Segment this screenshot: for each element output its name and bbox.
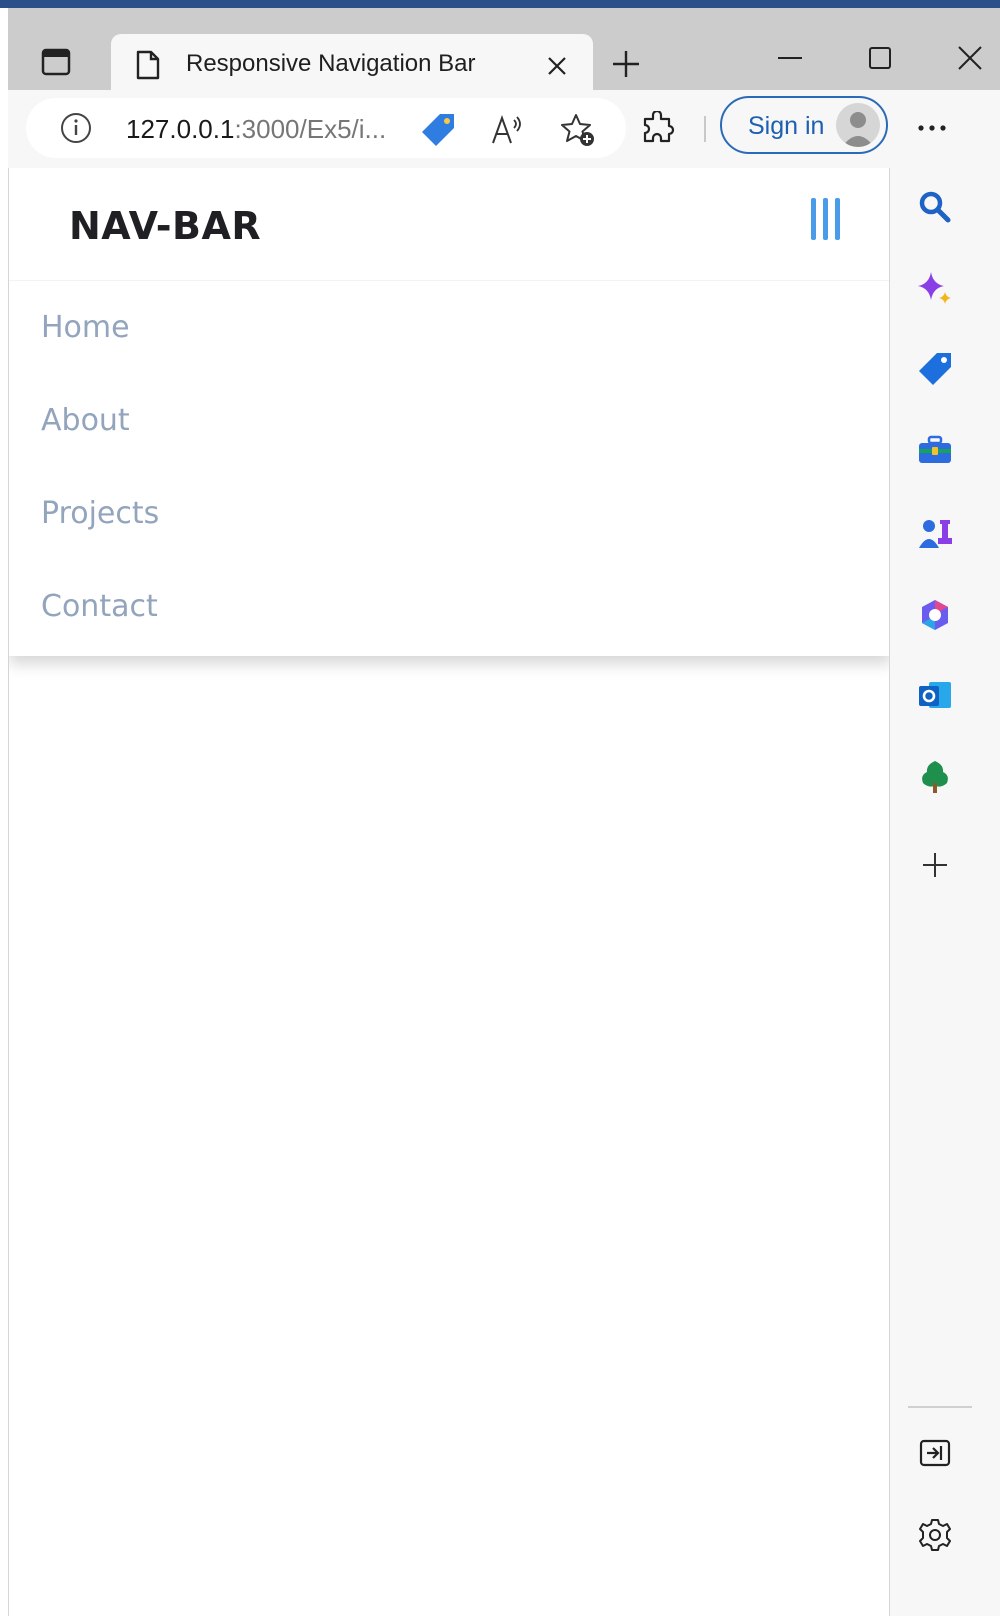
close-tab-icon[interactable] [541,50,573,82]
browser-sidebar [890,168,1000,1616]
minimize-icon[interactable] [770,38,810,78]
nav-link-about[interactable]: About [41,403,130,438]
tree-icon[interactable] [912,754,958,800]
microsoft-365-icon[interactable] [912,592,958,638]
shopping-tag-icon[interactable] [912,346,958,392]
read-aloud-icon[interactable] [488,110,528,150]
sign-in-label: Sign in [748,112,825,140]
brand-logo: NAV-BAR [69,204,262,248]
close-window-icon[interactable] [950,38,990,78]
extensions-icon[interactable] [638,108,678,148]
menu-bar [811,198,816,240]
browser-toolbar: 127.0.0.1:3000/Ex5/i... Sign in [8,90,1000,168]
address-bar[interactable]: 127.0.0.1:3000/Ex5/i... [26,98,626,158]
sidebar-divider [908,1406,972,1408]
shopping-tag-icon[interactable] [418,110,458,150]
search-icon[interactable] [912,184,958,230]
avatar-icon [836,103,880,147]
games-icon[interactable] [912,510,958,556]
tab-actions-icon[interactable] [36,42,76,82]
toolbar-separator [704,116,706,142]
add-favorite-icon[interactable] [558,110,598,150]
tools-icon[interactable] [912,428,958,474]
sign-in-button[interactable]: Sign in [720,96,888,154]
menu-toggle-icon[interactable] [809,198,849,244]
tab-title: Responsive Navigation Bar [186,50,476,77]
nav-header: NAV-BAR [9,168,889,281]
tab-bar: Responsive Navigation Bar [8,8,1000,98]
outlook-icon[interactable] [912,672,958,718]
copilot-sparkle-icon[interactable] [912,266,958,312]
nav-link-contact[interactable]: Contact [41,589,158,624]
window-frame-top [0,0,1000,8]
more-options-icon[interactable] [908,108,956,148]
hide-sidebar-icon[interactable] [912,1430,958,1476]
url-host: 127.0.0.1 [126,114,235,144]
page-icon [133,48,163,82]
maximize-icon[interactable] [860,38,900,78]
page-viewport: NAV-BAR Home About Projects Contact [8,168,890,1616]
settings-icon[interactable] [912,1512,958,1558]
browser-window: Responsive Navigation Bar 127.0.0.1:3000… [0,0,1000,1616]
new-tab-icon[interactable] [608,46,644,82]
menu-bar [823,198,828,240]
nav-link-home[interactable]: Home [41,310,130,345]
tab-responsive-navigation-bar[interactable]: Responsive Navigation Bar [111,34,593,98]
url-text[interactable]: 127.0.0.1:3000/Ex5/i... [126,114,386,145]
menu-bar [835,198,840,240]
url-path: :3000/Ex5/i... [234,114,387,144]
add-icon[interactable] [912,842,958,888]
nav-link-projects[interactable]: Projects [41,496,159,531]
navigation-bar: NAV-BAR Home About Projects Contact [9,168,889,656]
site-info-icon[interactable] [58,110,94,146]
